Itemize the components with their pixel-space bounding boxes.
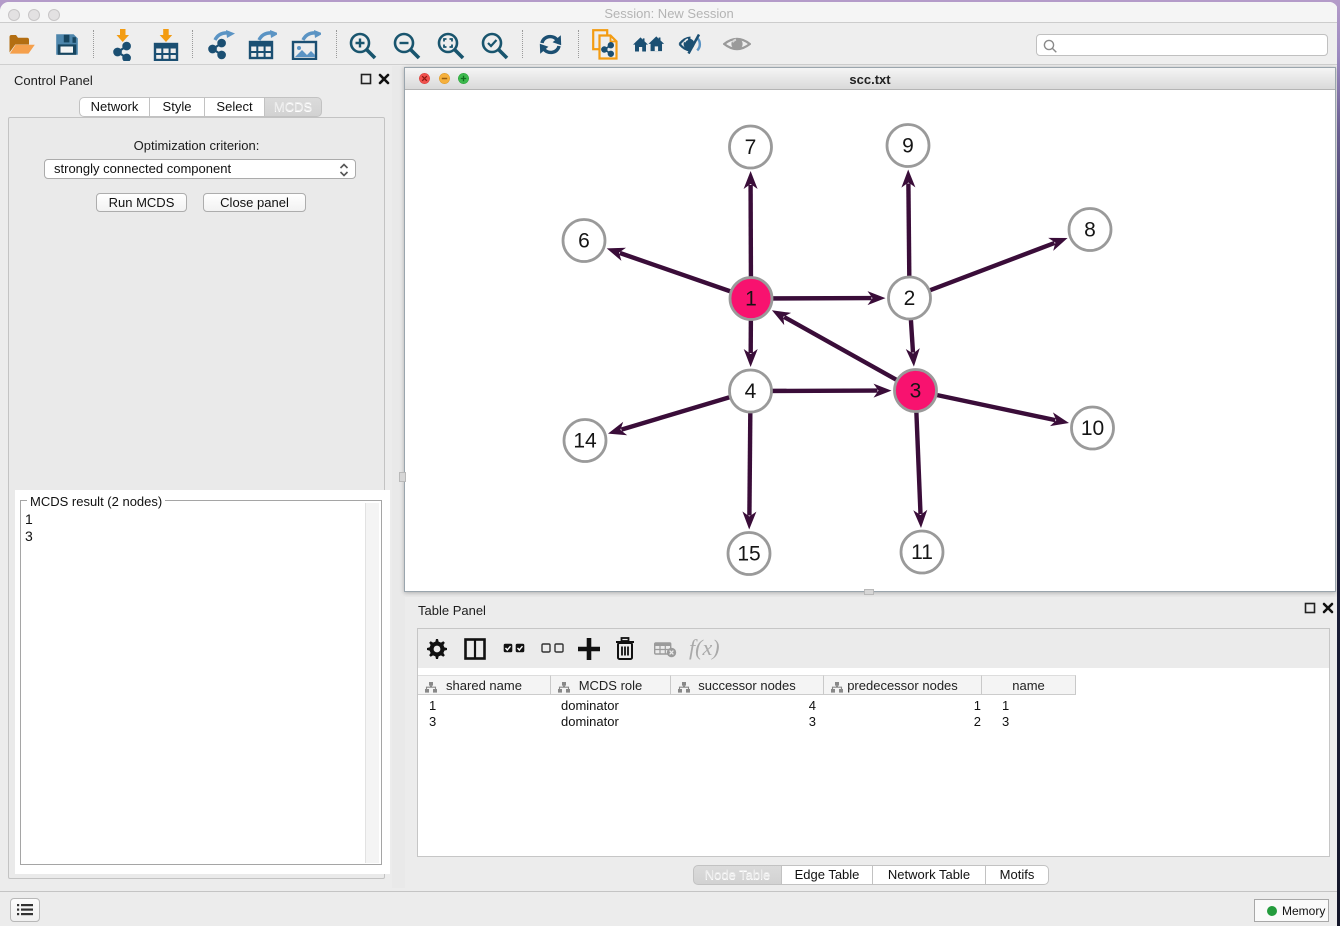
- svg-text:15: 15: [737, 543, 760, 566]
- svg-text:6: 6: [578, 230, 590, 253]
- svg-text:9: 9: [902, 135, 914, 158]
- svg-text:3: 3: [910, 380, 922, 403]
- svg-text:4: 4: [745, 380, 757, 403]
- svg-text:1: 1: [745, 288, 757, 311]
- svg-text:10: 10: [1081, 417, 1104, 440]
- svg-text:8: 8: [1084, 219, 1096, 242]
- svg-text:7: 7: [745, 136, 757, 159]
- svg-text:2: 2: [904, 287, 916, 310]
- svg-text:11: 11: [911, 541, 933, 564]
- svg-text:14: 14: [573, 430, 597, 453]
